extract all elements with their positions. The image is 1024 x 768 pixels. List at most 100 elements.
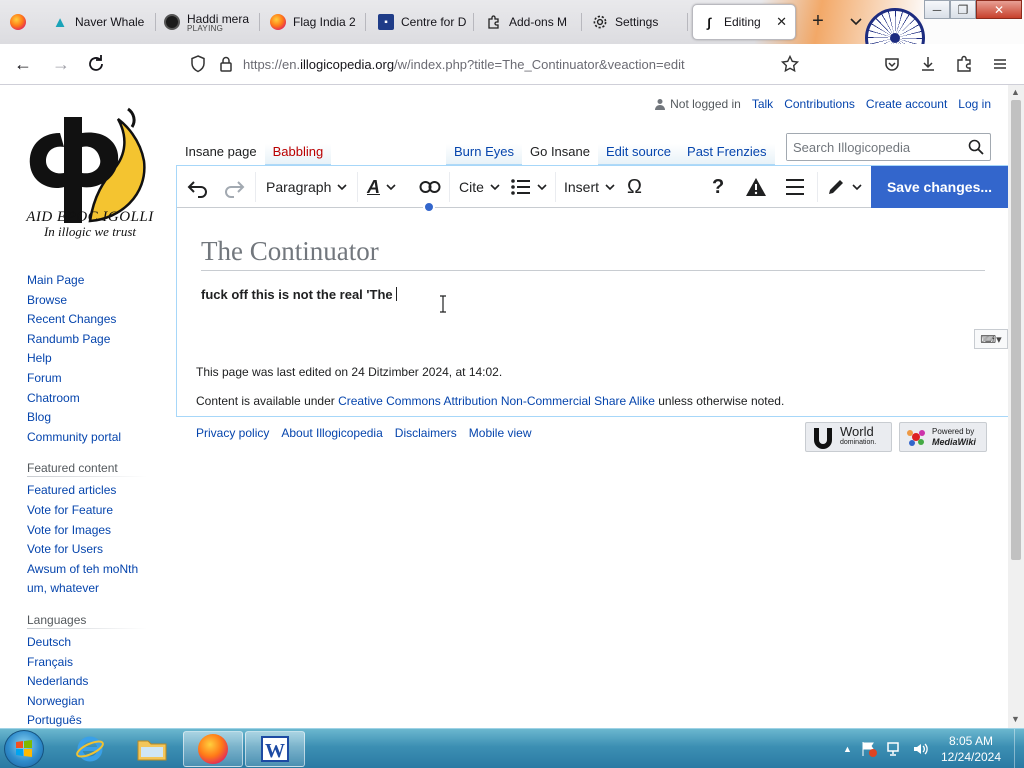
tab-label: Flag India 2 [293,15,356,29]
tab-past-frenzies[interactable]: Past Frenzies [679,144,775,165]
paragraph-format-dropdown[interactable]: Paragraph [266,166,347,208]
undo-icon[interactable] [187,166,209,208]
search-input[interactable] [787,134,957,160]
tab-label: Add-ons M [509,15,568,29]
reload-icon[interactable] [84,52,108,76]
firefox-view-button[interactable] [2,4,42,40]
sidebar-item-main-page[interactable]: Main Page [27,271,167,291]
url-field[interactable]: https://en.illogicopedia.org/w/index.php… [243,57,685,72]
tab-flag-india[interactable]: Flag India 2 [262,4,366,40]
show-hidden-icons-icon[interactable]: ▲ [843,744,852,754]
downloads-icon[interactable] [918,54,938,74]
search-icon[interactable] [968,139,984,155]
disclaimers-link[interactable]: Disclaimers [395,426,457,440]
bookmark-star-icon[interactable] [780,54,800,74]
list-dropdown[interactable] [511,166,547,208]
pocket-icon[interactable] [882,54,902,74]
close-window-button[interactable]: ✕ [976,0,1022,19]
taskbar-file-explorer[interactable] [122,731,182,767]
sidebar-item-awsum-of-teh-month[interactable]: Awsum of teh moNth [27,560,167,580]
world-domination-badge[interactable]: World domination. [805,422,892,452]
toolbar-separator [817,172,818,202]
tab-naver-whale[interactable]: ▲ Naver Whale [44,4,156,40]
sidebar-item-blog[interactable]: Blog [27,408,167,428]
tab-burn-eyes[interactable]: Burn Eyes [446,144,522,165]
taskbar-firefox[interactable] [183,731,243,767]
taskbar-internet-explorer[interactable] [60,731,120,767]
tab-edit-source[interactable]: Edit source [597,144,680,165]
editor-switch-dropdown[interactable] [826,166,862,208]
sidebar-item-lang-nederlands[interactable]: Nederlands [27,672,167,692]
insert-dropdown[interactable]: Insert [564,166,615,208]
list-all-tabs-icon[interactable] [846,11,866,31]
scroll-up-icon[interactable]: ▲ [1011,87,1020,97]
sidebar-item-lang-deutsch[interactable]: Deutsch [27,633,167,653]
tab-settings[interactable]: Settings [584,4,688,40]
sidebar-item-forum[interactable]: Forum [27,369,167,389]
back-button[interactable]: ← [11,52,35,76]
sidebar-item-recent-changes[interactable]: Recent Changes [27,310,167,330]
talk-link[interactable]: Talk [752,97,773,111]
log-in-link[interactable]: Log in [958,97,991,111]
sidebar-item-featured-articles[interactable]: Featured articles [27,481,167,501]
redo-icon[interactable] [223,166,245,208]
start-button[interactable] [4,730,44,768]
tab-insane-page[interactable]: Insane page [177,144,265,165]
taskbar-clock[interactable]: 8:05 AM 12/24/2024 [935,733,1007,765]
restore-button[interactable]: ❐ [950,0,976,19]
create-account-link[interactable]: Create account [866,97,947,111]
sidebar-item-help[interactable]: Help [27,349,167,369]
taskbar-microsoft-word[interactable]: W [245,731,305,767]
sidebar-item-vote-for-feature[interactable]: Vote for Feature [27,501,167,521]
new-tab-button[interactable]: + [808,10,828,32]
powered-by-mediawiki-badge[interactable]: Powered by MediaWiki [899,422,987,452]
privacy-policy-link[interactable]: Privacy policy [196,426,269,440]
sidebar-item-chatroom[interactable]: Chatroom [27,389,167,409]
action-center-flag-icon[interactable] [860,740,878,758]
cite-dropdown[interactable]: Cite [459,166,500,208]
sidebar-item-lang-francais[interactable]: Français [27,653,167,673]
mobile-view-link[interactable]: Mobile view [469,426,532,440]
network-icon[interactable] [886,740,904,758]
minimize-button[interactable]: ─ [924,0,950,19]
tab-go-insane[interactable]: Go Insane [521,144,598,165]
sidebar-item-vote-for-users[interactable]: Vote for Users [27,540,167,560]
forward-button[interactable]: → [49,52,73,76]
sidebar-item-community-portal[interactable]: Community portal [27,428,167,448]
about-link[interactable]: About Illogicopedia [281,426,382,440]
license-link[interactable]: Creative Commons Attribution Non-Commerc… [338,394,655,408]
special-character-button[interactable]: Ω [627,166,642,208]
sidebar-item-vote-for-images[interactable]: Vote for Images [27,521,167,541]
close-tab-icon[interactable]: ✕ [776,14,787,30]
scrollbar-thumb[interactable] [1011,100,1021,560]
page-scrollbar[interactable]: ▲ ▼ [1008,85,1024,728]
volume-icon[interactable] [912,740,930,758]
editor-content[interactable]: fuck off this is not the real 'The [201,287,397,302]
gear-icon [593,15,607,29]
extensions-puzzle-icon[interactable] [954,54,974,74]
hamburger-menu-icon[interactable] [990,54,1010,74]
tracking-protection-shield-icon[interactable] [188,54,208,74]
show-desktop-button[interactable] [1014,729,1024,768]
sidebar-item-um-whatever[interactable]: um, whatever [27,579,167,599]
sidebar-item-randumb-page[interactable]: Randumb Page [27,330,167,350]
tab-editing[interactable]: ∫ Editing T ✕ [692,4,796,40]
save-changes-button[interactable]: Save changes... [871,166,1008,208]
padlock-icon[interactable] [216,54,236,74]
warning-icon[interactable] [745,166,767,208]
internet-explorer-icon [76,736,104,762]
tab-centre-for-d[interactable]: ▪ Centre for D [370,4,474,40]
tab-haddi-mera[interactable]: Haddi mera PLAYING [156,4,260,40]
contributions-link[interactable]: Contributions [784,97,855,111]
tab-babbling[interactable]: Babbling [264,144,332,165]
sidebar-item-lang-norwegian[interactable]: Norwegian [27,692,167,712]
page-options-menu-icon[interactable] [785,166,805,208]
tab-add-ons[interactable]: Add-ons M [478,4,582,40]
text-style-dropdown[interactable]: A [367,166,396,208]
sidebar-item-lang-portugues[interactable]: Português [27,711,167,728]
sidebar-item-browse[interactable]: Browse [27,291,167,311]
help-button[interactable]: ? [712,166,724,208]
keyboard-layout-icon[interactable]: ⌨▾ [974,329,1008,349]
page-title[interactable]: The Continuator [201,236,985,271]
scroll-down-icon[interactable]: ▼ [1011,714,1020,724]
